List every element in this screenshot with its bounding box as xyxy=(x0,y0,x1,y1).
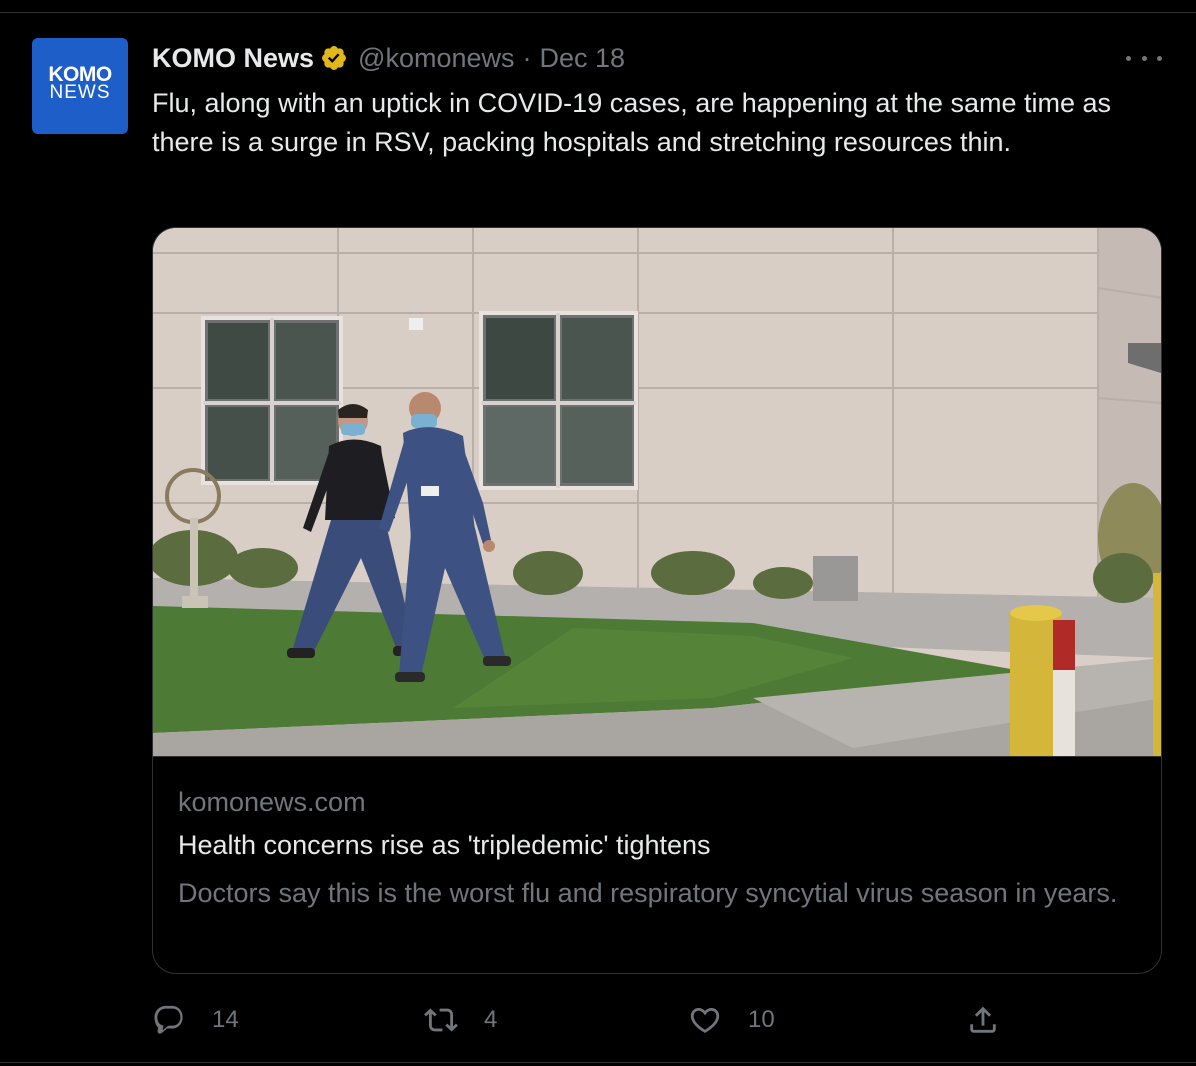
retweet-button[interactable]: 4 xyxy=(424,1000,497,1040)
share-icon xyxy=(970,1006,996,1033)
tweet-header: KOMO News @komonews · Dec 18 xyxy=(152,40,625,76)
tweet-date[interactable]: Dec 18 xyxy=(540,43,626,74)
card-title: Health concerns rise as 'tripledemic' ti… xyxy=(178,830,711,860)
more-dot xyxy=(1126,55,1131,61)
gold-verified-icon[interactable] xyxy=(320,44,348,72)
share-button[interactable] xyxy=(966,1000,1000,1040)
author-handle[interactable]: @komonews xyxy=(358,43,514,74)
like-button[interactable]: 10 xyxy=(688,1000,775,1040)
reply-count: 14 xyxy=(212,1006,239,1033)
more-dot xyxy=(1157,55,1162,61)
heart-icon xyxy=(690,1007,720,1033)
retweet-count: 4 xyxy=(484,1006,498,1033)
news-logo-text: NEWS xyxy=(49,82,111,103)
card-domain: komonews.com xyxy=(178,787,366,817)
more-horizontal-icon[interactable] xyxy=(1126,50,1162,66)
reply-icon xyxy=(154,1005,183,1034)
reply-button[interactable]: 14 xyxy=(152,1000,239,1040)
card-body[interactable]: komonews.com Health concerns rise as 'tr… xyxy=(153,756,1161,908)
like-count: 10 xyxy=(748,1006,775,1033)
more-dot xyxy=(1141,55,1147,61)
author-display-name[interactable]: KOMO News xyxy=(152,43,314,74)
tweet-actions: 14 4 10 xyxy=(152,1000,1032,1040)
card-image[interactable] xyxy=(153,228,1162,756)
link-card[interactable]: komonews.com Health concerns rise as 'tr… xyxy=(152,227,1162,974)
card-description: Doctors say this is the worst flu and re… xyxy=(178,878,1118,908)
bottom-divider xyxy=(0,1062,1196,1063)
tweet-text: Flu, along with an uptick in COVID-19 ca… xyxy=(152,88,1112,157)
retweet-icon xyxy=(424,1008,458,1032)
top-divider xyxy=(0,12,1196,13)
separator-dot: · xyxy=(522,42,532,73)
avatar[interactable]: KOMO NEWS xyxy=(32,38,128,134)
